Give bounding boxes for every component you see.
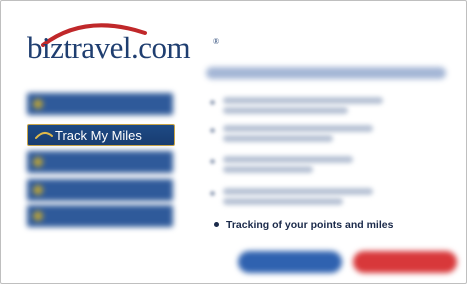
sidebar-item-blurred[interactable]	[27, 93, 173, 115]
bullet-tracking-points-miles: Tracking of your points and miles	[214, 219, 393, 231]
secondary-button-blurred[interactable]	[353, 251, 457, 273]
logo-registered-mark: ®	[213, 37, 220, 46]
logo-text: biztravel.com	[27, 30, 191, 65]
sidebar-item-blurred[interactable]	[27, 179, 173, 201]
window-frame: biztravel.com ® Track My Miles Tracking …	[0, 0, 467, 284]
arc-icon	[35, 132, 53, 139]
sidebar-item-blurred[interactable]	[27, 151, 173, 173]
blurred-heading	[206, 67, 446, 79]
sidebar-item-label: Track My Miles	[55, 128, 142, 143]
primary-button-blurred[interactable]	[238, 251, 342, 273]
bullet-text: Tracking of your points and miles	[226, 219, 394, 231]
sidebar-item-track-my-miles[interactable]: Track My Miles	[27, 124, 175, 146]
sidebar-item-blurred[interactable]	[27, 205, 173, 227]
biztravel-logo: biztravel.com ®	[25, 15, 219, 65]
bullet-icon	[214, 221, 219, 227]
